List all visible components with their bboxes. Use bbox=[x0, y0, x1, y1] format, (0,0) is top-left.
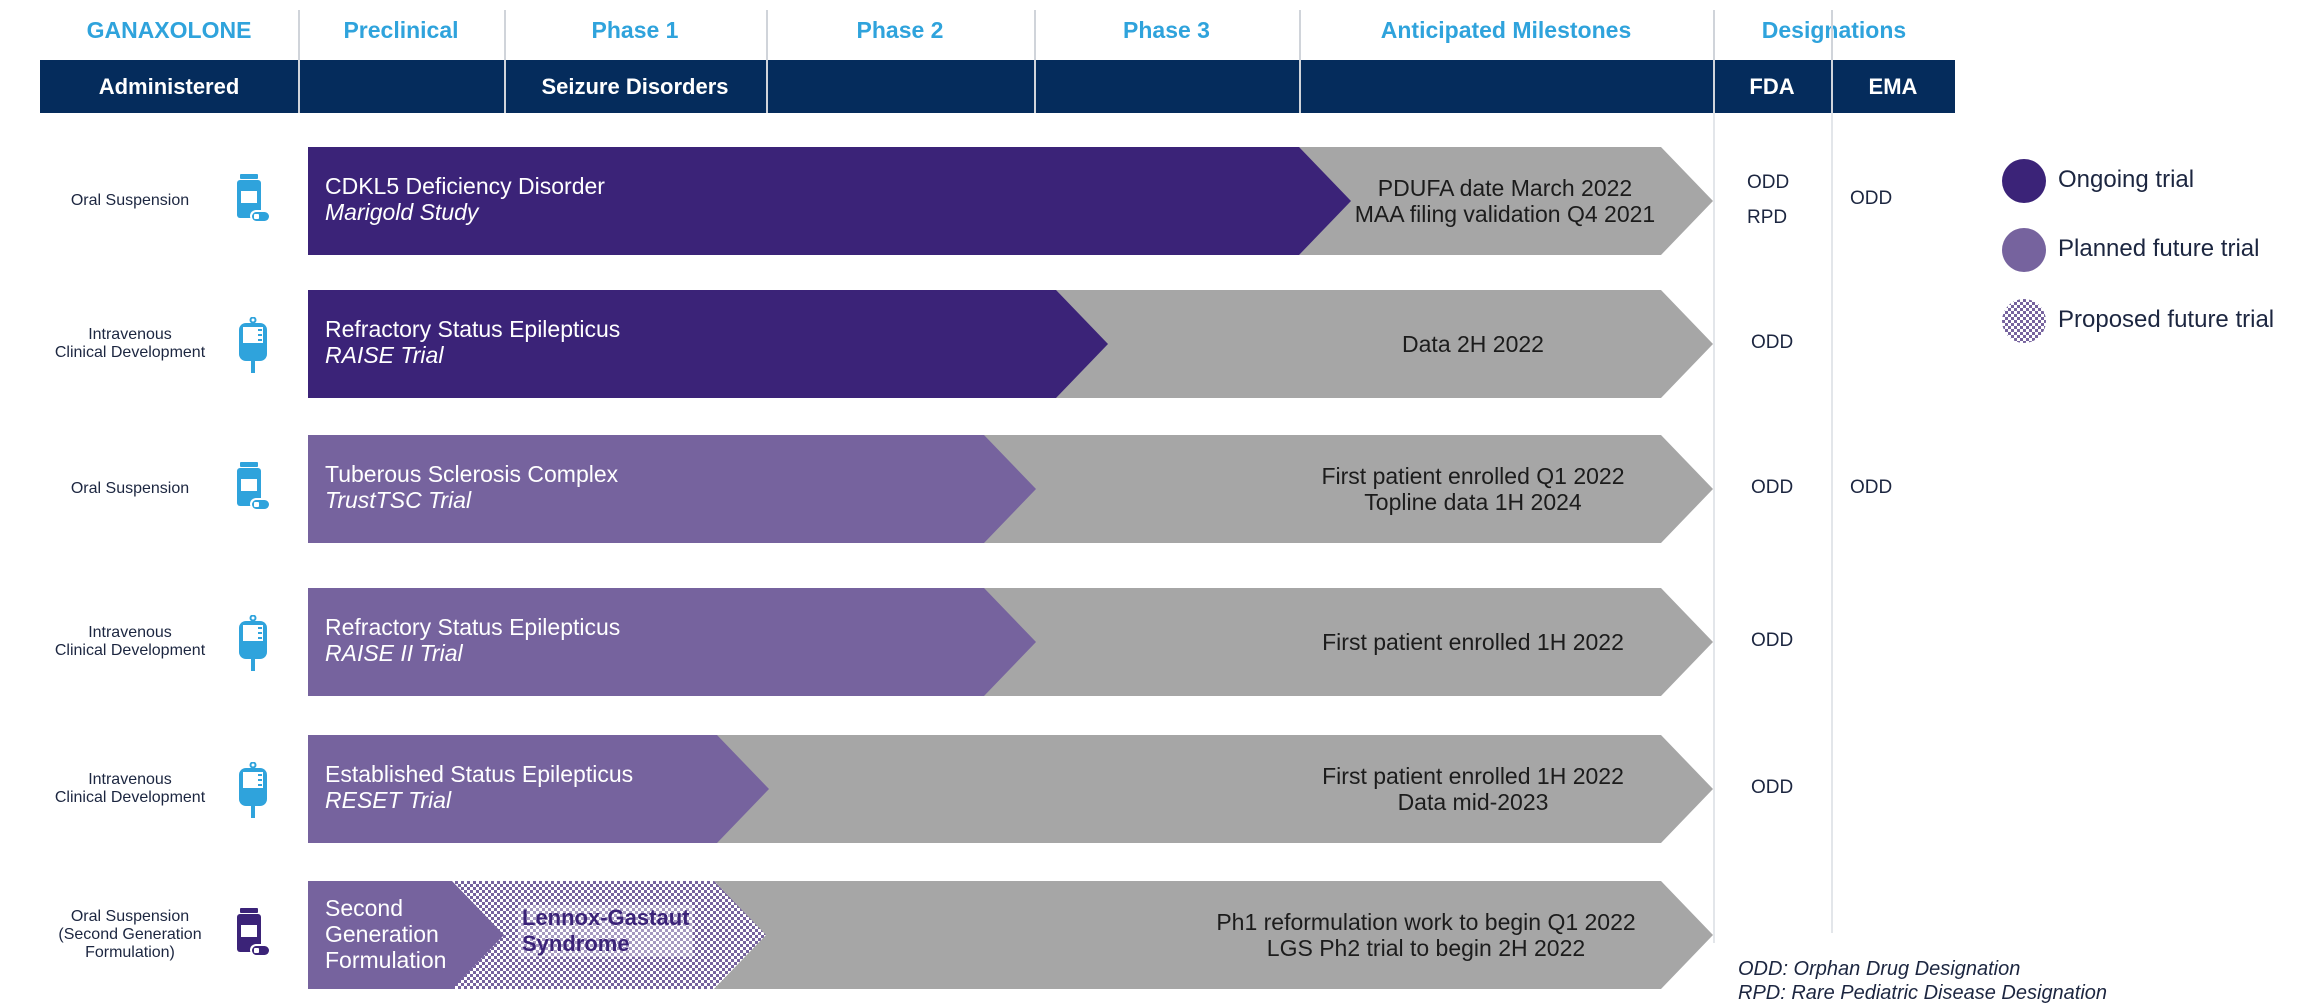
fda-designation: ODD bbox=[1751, 477, 1794, 498]
iv-bag-icon bbox=[236, 761, 270, 823]
milestone-text: MAA filing validation Q4 2021 bbox=[1354, 201, 1656, 227]
header-phase-1: Phase 1 bbox=[591, 16, 679, 43]
milestone-text: Topline data 1H 2024 bbox=[1364, 489, 1582, 515]
proposed-indication-label: Lennox-Gastaut Syndrome bbox=[518, 905, 694, 957]
fda-designation: ODD bbox=[1751, 332, 1794, 353]
indication-name: Refractory Status Epilepticus bbox=[325, 316, 621, 342]
trial-name: TrustTSC Trial bbox=[325, 487, 472, 513]
subheader-fda: FDA bbox=[1749, 73, 1795, 99]
milestones: First patient enrolled 1H 2022 Data mid-2… bbox=[1322, 763, 1624, 815]
header-bar bbox=[40, 60, 1955, 113]
milestone-text: First patient enrolled Q1 2022 bbox=[1321, 463, 1625, 489]
iv-bag-icon bbox=[236, 614, 270, 676]
legend-label: Proposed future trial bbox=[2058, 306, 2275, 333]
milestone-text: Data 2H 2022 bbox=[1402, 331, 1544, 357]
header-phase-2: Phase 2 bbox=[856, 16, 944, 43]
fda-designation: ODD bbox=[1747, 172, 1790, 193]
milestone-text: PDUFA date March 2022 bbox=[1377, 175, 1633, 201]
subheader-ema: EMA bbox=[1868, 73, 1918, 99]
header-divider bbox=[1299, 10, 1301, 113]
indication-label: Established Status Epilepticus RESET Tria… bbox=[325, 761, 633, 813]
administration-label: Intravenous Clinical Development bbox=[54, 771, 206, 806]
header-divider bbox=[298, 10, 300, 113]
trial-name: RAISE II Trial bbox=[325, 640, 463, 666]
header-preclinical: Preclinical bbox=[343, 16, 459, 43]
subheader-indication: Seizure Disorders bbox=[541, 73, 729, 99]
administration-label: Intravenous Clinical Development bbox=[54, 326, 206, 361]
milestone-text: LGS Ph2 trial to begin 2H 2022 bbox=[1266, 935, 1586, 961]
milestone-text: First patient enrolled 1H 2022 bbox=[1322, 763, 1624, 789]
header-milestones: Anticipated Milestones bbox=[1380, 16, 1632, 43]
legend-swatch-proposed bbox=[2002, 299, 2046, 343]
indication-label: Tuberous Sclerosis Complex TrustTSC Trial bbox=[325, 461, 618, 513]
designation-divider bbox=[1831, 113, 1833, 933]
legend-label: Planned future trial bbox=[2058, 235, 2260, 262]
pill-bottle-icon bbox=[236, 174, 270, 229]
iv-bag-icon bbox=[236, 316, 270, 378]
subheader-administered: Administered bbox=[98, 73, 240, 99]
header-designations: Designations bbox=[1761, 16, 1907, 43]
designation-divider bbox=[1713, 113, 1715, 943]
ema-designation: ODD bbox=[1850, 188, 1893, 209]
administration-label: Intravenous Clinical Development bbox=[54, 624, 206, 659]
indication-name: Established Status Epilepticus bbox=[325, 761, 634, 787]
header-divider bbox=[766, 10, 768, 113]
ema-designation: ODD bbox=[1850, 477, 1893, 498]
legend-swatch-ongoing bbox=[2002, 159, 2046, 203]
milestones: PDUFA date March 2022 MAA filing validati… bbox=[1355, 175, 1655, 227]
administration-label: Oral Suspension (Second Generation Formu… bbox=[58, 908, 202, 961]
milestone-text: Data mid-2023 bbox=[1397, 789, 1549, 815]
pill-bottle-icon bbox=[236, 908, 270, 963]
milestone-text: First patient enrolled 1H 2022 bbox=[1322, 629, 1624, 655]
header-divider bbox=[1034, 10, 1036, 113]
indication-name: Tuberous Sclerosis Complex bbox=[325, 461, 619, 487]
indication-label: CDKL5 Deficiency Disorder Marigold Study bbox=[325, 173, 605, 225]
milestone-text: Ph1 reformulation work to begin Q1 2022 bbox=[1216, 909, 1636, 935]
legend-swatch-planned bbox=[2002, 228, 2046, 272]
milestones: Data 2H 2022 bbox=[1402, 331, 1544, 357]
administration-label: Oral Suspension bbox=[70, 480, 190, 497]
trial-name: RAISE Trial bbox=[325, 342, 444, 368]
milestones: First patient enrolled Q1 2022 Topline da… bbox=[1321, 463, 1624, 515]
indication-name: CDKL5 Deficiency Disorder bbox=[325, 173, 605, 199]
administration-label: Oral Suspension bbox=[70, 192, 190, 209]
milestones: First patient enrolled 1H 2022 bbox=[1322, 629, 1624, 655]
indication-name: Refractory Status Epilepticus bbox=[325, 614, 621, 640]
pill-bottle-icon bbox=[236, 462, 270, 517]
header-ganaxolone: GANAXOLONE bbox=[86, 16, 252, 43]
fda-designation: ODD bbox=[1751, 630, 1794, 651]
header-phase-3: Phase 3 bbox=[1123, 16, 1210, 43]
indication-label: Refractory Status Epilepticus RAISE Trial bbox=[325, 316, 620, 368]
legend-label: Ongoing trial bbox=[2058, 166, 2195, 193]
indication-label: Refractory Status Epilepticus RAISE II Tr… bbox=[325, 614, 620, 666]
formulation-label: Second Generation Formulation bbox=[325, 895, 447, 973]
milestones: Ph1 reformulation work to begin Q1 2022 L… bbox=[1216, 909, 1635, 961]
footnote: ODD: Orphan Drug Designation bbox=[1738, 958, 2021, 980]
fda-designation: ODD bbox=[1751, 777, 1794, 798]
trial-name: Marigold Study bbox=[325, 199, 479, 225]
fda-designation: RPD bbox=[1747, 207, 1788, 228]
trial-name: RESET Trial bbox=[325, 787, 452, 813]
